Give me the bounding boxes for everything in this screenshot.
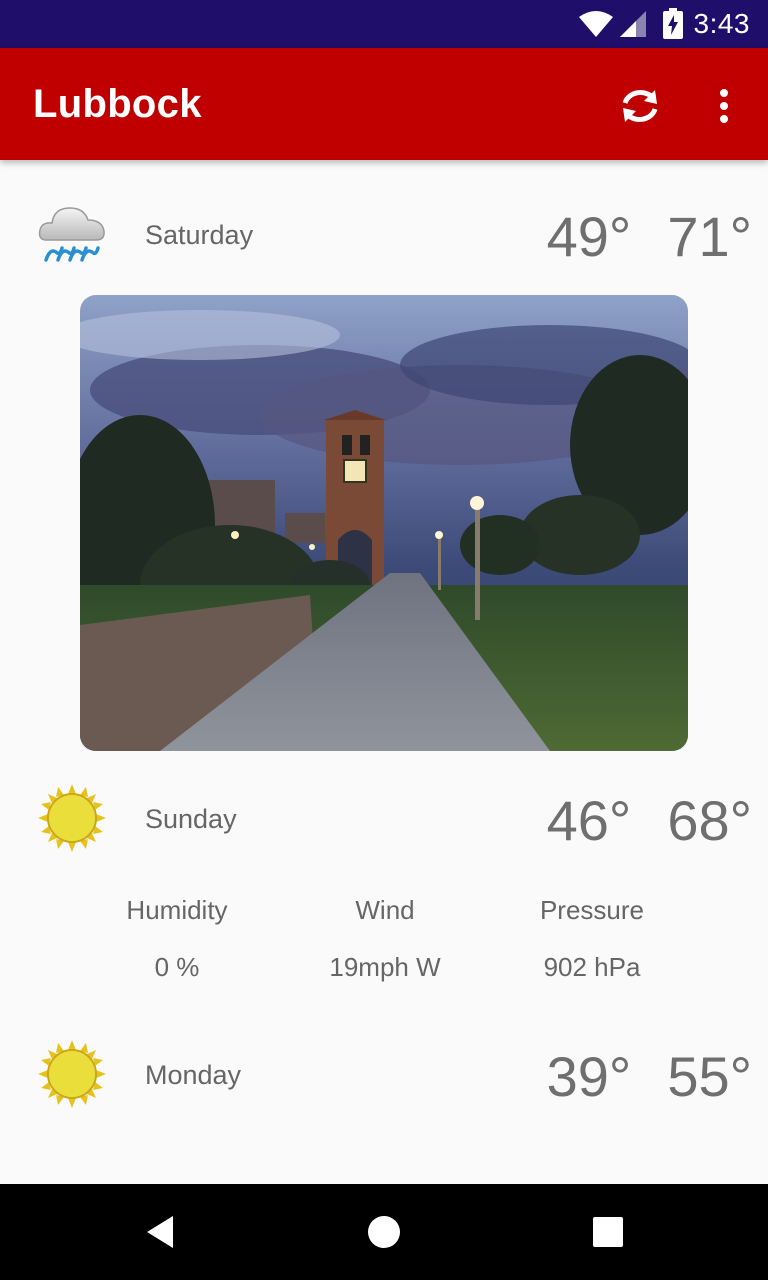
pressure-value: 902 hPa — [543, 952, 641, 982]
refresh-icon — [622, 90, 658, 122]
high-temp: 55° — [667, 1045, 752, 1108]
rain-cloud-icon — [38, 207, 105, 262]
recents-button[interactable] — [584, 1208, 632, 1256]
status-time: 3:43 — [693, 8, 750, 39]
overflow-menu-button[interactable] — [700, 78, 748, 134]
humidity-detail: Humidity 0 % — [77, 895, 277, 983]
humidity-label: Humidity — [126, 895, 228, 925]
wind-value: 19mph W — [329, 952, 441, 982]
day-name: Monday — [145, 1060, 242, 1090]
wind-label: Wind — [355, 895, 415, 925]
status-icons: 3:43 — [578, 8, 751, 40]
forecast-row-monday[interactable]: Monday 39° 55° — [0, 1012, 768, 1132]
temperature-range: 46° 68° — [511, 788, 752, 853]
back-icon — [147, 1216, 173, 1248]
forecast-row-sunday[interactable]: Sunday 46° 68° — [0, 756, 768, 876]
pressure-label: Pressure — [539, 895, 645, 925]
back-button[interactable] — [136, 1208, 184, 1256]
navigation-bar — [0, 1184, 768, 1280]
forecast-row-partial[interactable] — [0, 1160, 768, 1184]
more-vert-icon — [720, 89, 728, 123]
temperature-range: 49° 71° — [511, 204, 752, 269]
home-button[interactable] — [360, 1208, 408, 1256]
day-name: Saturday — [145, 220, 254, 250]
wifi-icon — [578, 11, 613, 37]
day-name: Sunday — [145, 804, 237, 834]
app-bar: Lubbock — [0, 48, 768, 160]
high-temp: 68° — [667, 789, 752, 852]
battery-charging-icon — [662, 8, 683, 39]
clock-tower-photo — [80, 295, 688, 751]
low-temp: 49° — [546, 205, 632, 268]
status-bar: 3:43 — [0, 0, 768, 48]
refresh-button[interactable] — [612, 78, 668, 134]
forecast-row-saturday[interactable]: Saturday 49° 71° — [0, 172, 768, 292]
forecast-list[interactable]: Saturday 49° 71° Sunday 46° 68° Humidity… — [0, 160, 768, 1184]
recents-icon — [593, 1217, 623, 1247]
city-title: Lubbock — [33, 82, 202, 126]
sun-icon — [38, 784, 106, 852]
sun-icon — [38, 1040, 106, 1108]
weather-details: Humidity 0 % Wind 19mph W Pressure 902 h… — [0, 895, 768, 985]
signal-icon — [619, 11, 646, 37]
wind-detail: Wind 19mph W — [285, 895, 485, 983]
pressure-detail: Pressure 902 hPa — [492, 895, 692, 983]
low-temp: 39° — [546, 1045, 632, 1108]
humidity-value: 0 % — [154, 952, 200, 982]
low-temp: 46° — [546, 789, 632, 852]
city-photo — [80, 295, 688, 751]
high-temp: 71° — [667, 205, 752, 268]
home-icon — [368, 1216, 400, 1248]
temperature-range: 39° 55° — [511, 1044, 752, 1109]
